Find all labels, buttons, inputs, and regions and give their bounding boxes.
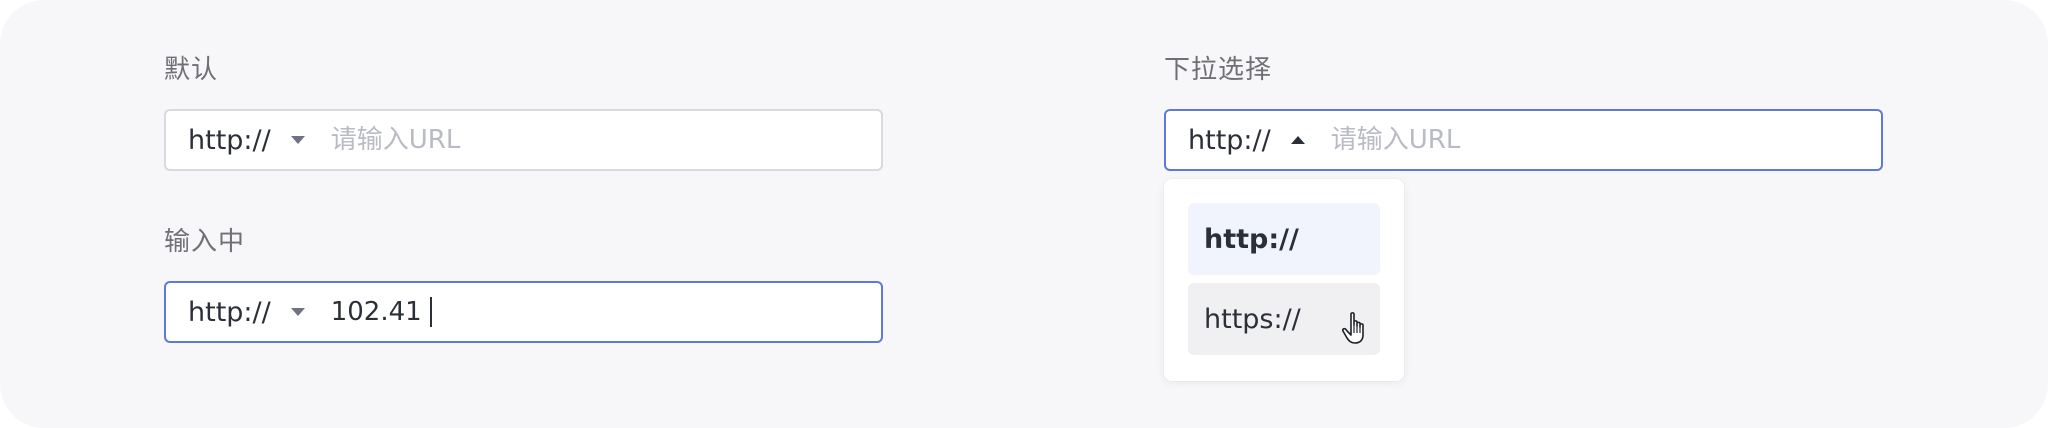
default-protocol-select[interactable]: http:// <box>188 111 305 169</box>
default-url-input[interactable] <box>330 120 881 160</box>
dropdown-protocol-select[interactable]: http:// <box>1188 111 1305 169</box>
option-label: https:// <box>1204 303 1301 335</box>
typing-section-label: 输入中 <box>164 227 246 257</box>
typing-url-input[interactable]: 102.41 <box>331 297 432 327</box>
typed-value: 102.41 <box>330 297 422 327</box>
text-cursor <box>429 297 432 327</box>
dropdown-section-label: 下拉选择 <box>1164 55 1273 85</box>
protocol-dropdown-menu: http:// https:// <box>1164 179 1404 381</box>
demo-canvas: 默认 http:// 输入中 http:// 102.41 下拉选择 http:… <box>0 0 2048 428</box>
chevron-up-icon <box>1290 136 1305 144</box>
default-section-label: 默认 <box>164 55 219 85</box>
default-url-field: http:// <box>164 109 883 171</box>
protocol-value: http:// <box>188 296 271 328</box>
typing-protocol-select[interactable]: http:// <box>188 283 305 341</box>
typing-url-field: http:// 102.41 <box>164 281 883 343</box>
dropdown-url-field: http:// <box>1164 109 1883 171</box>
protocol-value: http:// <box>1188 124 1271 156</box>
protocol-option-http[interactable]: http:// <box>1188 203 1380 275</box>
dropdown-url-input[interactable] <box>1330 120 1881 160</box>
protocol-value: http:// <box>188 124 271 156</box>
protocol-option-https[interactable]: https:// <box>1188 283 1380 355</box>
option-label: http:// <box>1204 223 1299 255</box>
chevron-down-icon <box>290 136 305 144</box>
chevron-down-icon <box>290 308 305 316</box>
hand-pointer-icon <box>1341 311 1370 352</box>
